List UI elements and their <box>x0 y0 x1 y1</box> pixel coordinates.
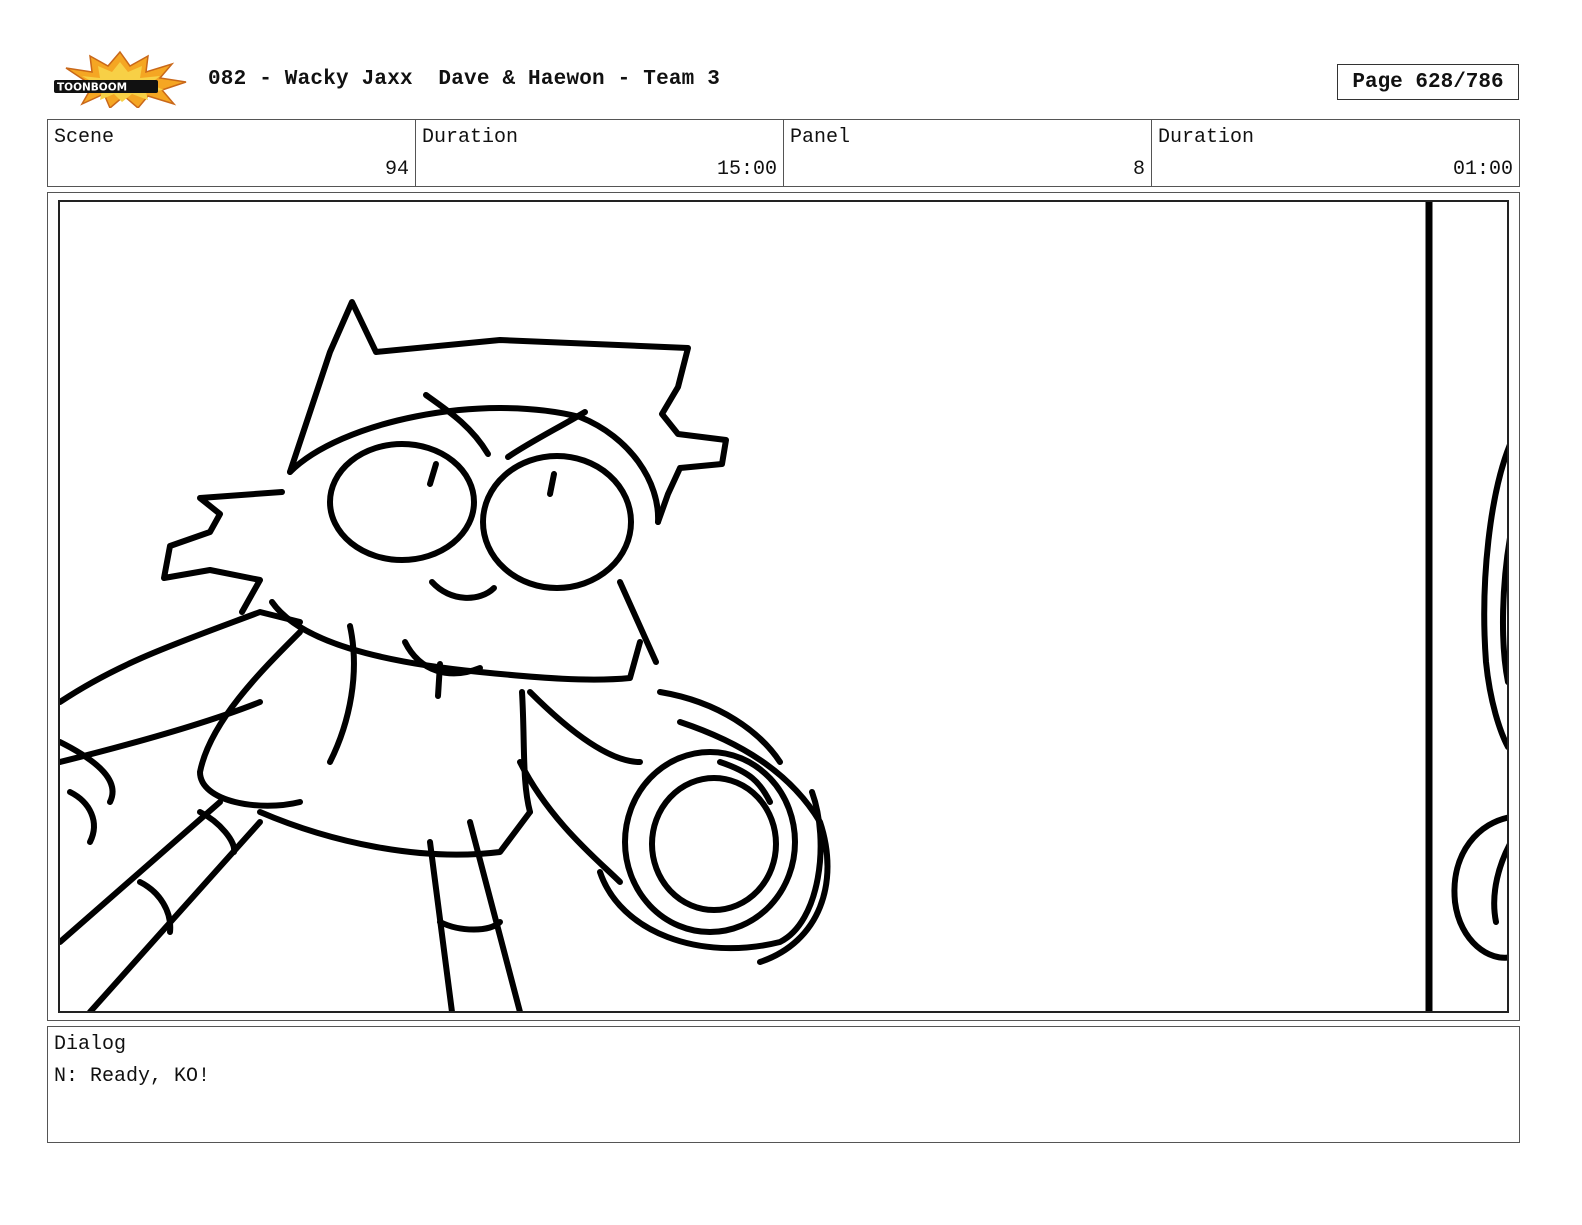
panel-duration-label: Duration <box>1158 126 1255 149</box>
storyboard-title: 082 - Wacky Jaxx Dave & Haewon - Team 3 <box>208 68 721 91</box>
panel-drawing <box>58 200 1509 1013</box>
panel-value: 8 <box>1132 158 1145 181</box>
dialog-label: Dialog <box>54 1033 127 1056</box>
toonboom-logo: TOONBOOM <box>52 50 188 110</box>
dialog-text: N: Ready, KO! <box>54 1065 211 1088</box>
scene-value: 94 <box>384 158 409 181</box>
panel-cell: Panel 8 <box>784 120 1152 186</box>
panel-label: Panel <box>790 126 851 149</box>
dialog-box: Dialog N: Ready, KO! <box>47 1026 1520 1143</box>
scene-label: Scene <box>54 126 115 149</box>
panel-duration-cell: Duration 01:00 <box>1152 120 1519 186</box>
scene-duration-label: Duration <box>422 126 519 149</box>
page-indicator: Page 628/786 <box>1337 64 1519 100</box>
scene-info-row: Scene 94 Duration 15:00 Panel 8 Duration… <box>47 119 1520 187</box>
scene-duration-cell: Duration 15:00 <box>416 120 784 186</box>
panel-duration-value: 01:00 <box>1452 158 1513 181</box>
logo-wordmark: TOONBOOM <box>57 82 127 94</box>
storyboard-sketch <box>60 202 1507 1011</box>
scene-duration-value: 15:00 <box>716 158 777 181</box>
scene-cell: Scene 94 <box>48 120 416 186</box>
